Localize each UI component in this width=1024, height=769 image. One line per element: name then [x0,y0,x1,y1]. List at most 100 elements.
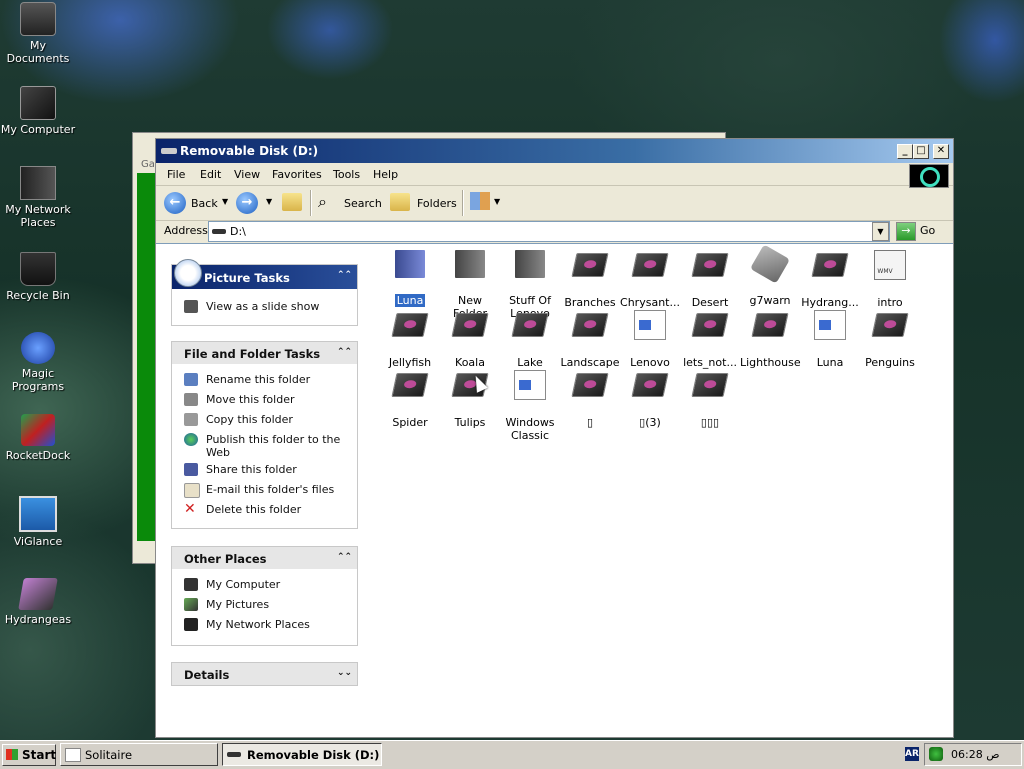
taskbar: Start Solitaire Removable Disk (D:) AR 0… [0,740,1024,769]
collapse-icon[interactable]: ⌃⌃ [337,551,352,563]
collapse-icon[interactable]: ⌃⌃ [337,269,352,281]
file-item[interactable]: Luna [800,310,860,369]
task-delete-folder[interactable]: ✕ Delete this folder [172,500,357,520]
file-item[interactable]: lets_not... [680,310,740,369]
views-button[interactable]: ▼ [470,190,504,216]
desktop-icon-my-documents[interactable]: My Documents [0,2,78,65]
file-item[interactable]: Windows Classic [500,370,560,442]
maximize-button[interactable]: □ [913,144,929,159]
file-label: Jellyfish [388,356,432,369]
file-item[interactable]: ▯ [560,370,620,429]
task-share-folder[interactable]: Share this folder [172,460,357,480]
file-item[interactable]: Hydrang... [800,250,860,309]
file-item[interactable]: Jellyfish [380,310,440,369]
task-email-files[interactable]: E-mail this folder's files [172,480,357,500]
menu-favorites[interactable]: Favorites [272,168,322,181]
place-my-computer[interactable]: My Computer [172,575,357,595]
menu-tools[interactable]: Tools [333,168,360,181]
address-input[interactable]: D:\ ▼ [208,221,890,242]
chevron-down-icon[interactable]: ▼ [222,197,228,206]
network-icon [20,166,56,200]
task-label: E-mail this folder's files [206,483,335,496]
go-arrow-icon: → [896,222,916,241]
place-my-network-places[interactable]: My Network Places [172,615,357,635]
windows-flag-icon [6,749,18,760]
file-item[interactable]: Luna [380,250,440,308]
back-button[interactable]: ← Back ▼ [164,190,234,216]
start-button[interactable]: Start [2,744,56,766]
place-label: My Pictures [206,598,270,611]
file-item[interactable]: Spider [380,370,440,429]
file-item[interactable]: Chrysant... [620,250,680,309]
file-item[interactable]: Desert [680,250,740,309]
file-item[interactable]: g7warn [740,244,800,307]
desktop-icon-my-computer[interactable]: My Computer [0,86,78,136]
minimize-button[interactable]: _ [897,144,913,159]
back-arrow-icon: ← [164,192,186,214]
desktop-icon-viglance[interactable]: ViGlance [0,496,78,548]
menu-view[interactable]: View [234,168,260,181]
task-removable-disk[interactable]: Removable Disk (D:) [222,743,382,766]
file-item[interactable]: ▯(3) [620,370,680,429]
chevron-down-icon[interactable]: ▼ [266,197,272,206]
explorer-window[interactable]: Removable Disk (D:) _ □ ✕ File Edit View… [155,138,954,738]
file-item[interactable]: Landscape [560,310,620,369]
menu-edit[interactable]: Edit [200,168,221,181]
up-folder-button[interactable] [280,190,306,216]
file-folder-tasks-header[interactable]: File and Folder Tasks ⌃⌃ [172,342,357,364]
file-item[interactable]: Koala [440,310,500,369]
desktop-icon-recycle-bin[interactable]: Recycle Bin [0,252,78,302]
other-places-header[interactable]: Other Places ⌃⌃ [172,547,357,569]
go-button[interactable]: → Go [896,221,948,241]
delete-icon: ✕ [184,501,196,517]
language-indicator[interactable]: AR [905,747,919,761]
place-my-pictures[interactable]: My Pictures [172,595,357,615]
file-label: Branches [564,296,616,309]
file-item[interactable]: Lake [500,310,560,369]
address-dropdown-button[interactable]: ▼ [872,222,889,241]
file-label: Koala [455,356,485,369]
desktop-icon-hydrangeas[interactable]: Hydrangeas [0,578,78,626]
folders-label: Folders [417,197,457,210]
title-bar[interactable]: Removable Disk (D:) _ □ ✕ [156,139,953,163]
task-rename-folder[interactable]: Rename this folder [172,370,357,390]
picture-tasks-header[interactable]: Picture Tasks ⌃⌃ [172,259,357,289]
task-view-slideshow[interactable]: View as a slide show [172,297,357,317]
desktop-icon-rocketdock[interactable]: RocketDock [0,414,78,462]
task-copy-folder[interactable]: Copy this folder [172,410,357,430]
forward-button[interactable]: → ▼ [236,190,276,216]
file-item[interactable]: intro [860,250,920,309]
task-solitaire[interactable]: Solitaire [60,743,218,766]
security-shield-icon[interactable] [929,747,943,761]
desktop-icon-magic-programs[interactable]: Magic Programs [0,332,78,393]
menu-file[interactable]: File [167,168,185,181]
forward-arrow-icon: → [236,192,258,214]
desktop-icon-my-network-places[interactable]: My Network Places [0,166,78,229]
file-label: Tulips [454,416,486,429]
details-header[interactable]: Details ⌄⌄ [172,663,357,685]
desktop-icon-label: Recycle Bin [6,289,70,302]
collapse-icon[interactable]: ⌃⌃ [337,346,352,358]
file-item[interactable]: ▯▯▯ [680,370,740,429]
network-icon [184,618,198,631]
image-icon [571,313,609,337]
folders-button[interactable]: Folders [390,190,460,216]
desktop-icon-label: My Computer [0,123,76,136]
expand-icon[interactable]: ⌄⌄ [337,667,352,679]
rocketdock-icon [21,414,55,446]
close-button[interactable]: ✕ [933,144,949,159]
email-icon [184,483,200,498]
file-item[interactable]: Lenovo [620,310,680,369]
task-publish-folder[interactable]: Publish this folder to the Web [172,430,357,460]
search-button[interactable]: ⌕ Search [318,190,384,216]
task-label: Delete this folder [206,503,302,516]
menu-help[interactable]: Help [373,168,398,181]
file-item[interactable]: Penguins [860,310,920,369]
file-item[interactable]: Branches [560,250,620,309]
task-move-folder[interactable]: Move this folder [172,390,357,410]
file-item[interactable]: Lighthouse [740,310,801,369]
toolbar-separator [462,190,464,216]
panel-title: Picture Tasks [204,271,290,285]
document-icon [634,310,666,340]
share-icon [184,463,198,476]
